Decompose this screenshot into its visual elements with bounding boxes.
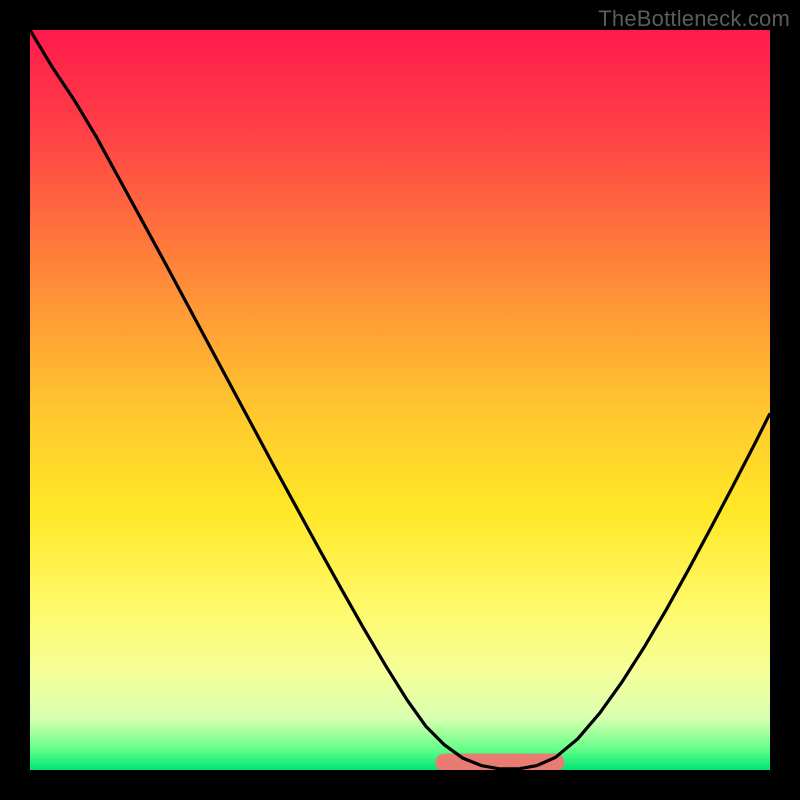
chart-frame: TheBottleneck.com <box>0 0 800 800</box>
chart-plot-area <box>30 30 770 770</box>
chart-svg <box>30 30 770 770</box>
bottleneck-curve-line <box>30 30 770 769</box>
watermark-text: TheBottleneck.com <box>598 6 790 32</box>
